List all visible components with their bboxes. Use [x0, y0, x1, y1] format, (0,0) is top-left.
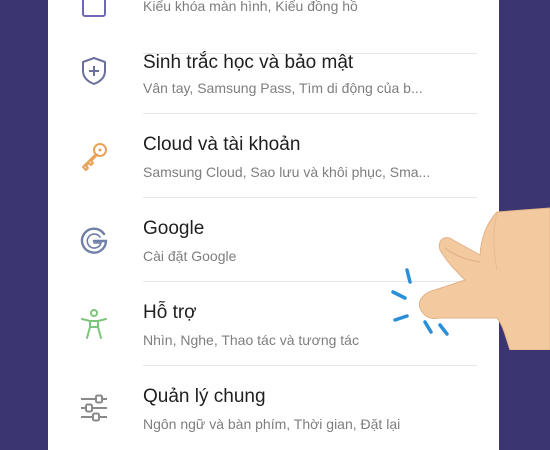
- shield-plus-icon: [82, 57, 106, 85]
- settings-item-biometrics-security[interactable]: Sinh trắc học và bảo mật Vân tay, Samsun…: [48, 30, 499, 114]
- settings-item-subtitle: Samsung Cloud, Sao lưu và khôi phục, Sma…: [143, 164, 431, 180]
- settings-item-subtitle: Ngôn ngữ và bàn phím, Thời gian, Đặt lại: [143, 416, 401, 432]
- accessibility-person-icon: [81, 309, 107, 339]
- settings-item-subtitle: Nhìn, Nghe, Thao tác và tương tác: [143, 332, 359, 348]
- tap-hand-icon: [391, 207, 550, 350]
- sliders-icon: [81, 394, 107, 422]
- google-g-icon: [80, 227, 108, 254]
- settings-item-title: Cloud và tài khoản: [143, 134, 301, 155]
- settings-item-subtitle: Vân tay, Samsung Pass, Tìm di động của b…: [143, 80, 423, 96]
- settings-item-general-management[interactable]: Quản lý chung Ngôn ngữ và bàn phím, Thời…: [48, 366, 499, 450]
- key-icon: [82, 143, 107, 171]
- settings-item-cloud-accounts[interactable]: Cloud và tài khoản Samsung Cloud, Sao lư…: [48, 114, 499, 198]
- settings-item-subtitle: Cài đặt Google: [143, 248, 237, 264]
- settings-item-title: Hỗ trợ: [143, 302, 197, 323]
- settings-item-title: Google: [143, 218, 205, 239]
- settings-item-title: Quản lý chung: [143, 386, 266, 407]
- lock-screen-icon: [82, 0, 106, 17]
- settings-item-subtitle: Kiểu khóa màn hình, Kiểu đồng hồ: [143, 0, 358, 14]
- settings-item-title: Sinh trắc học và bảo mật: [143, 52, 354, 73]
